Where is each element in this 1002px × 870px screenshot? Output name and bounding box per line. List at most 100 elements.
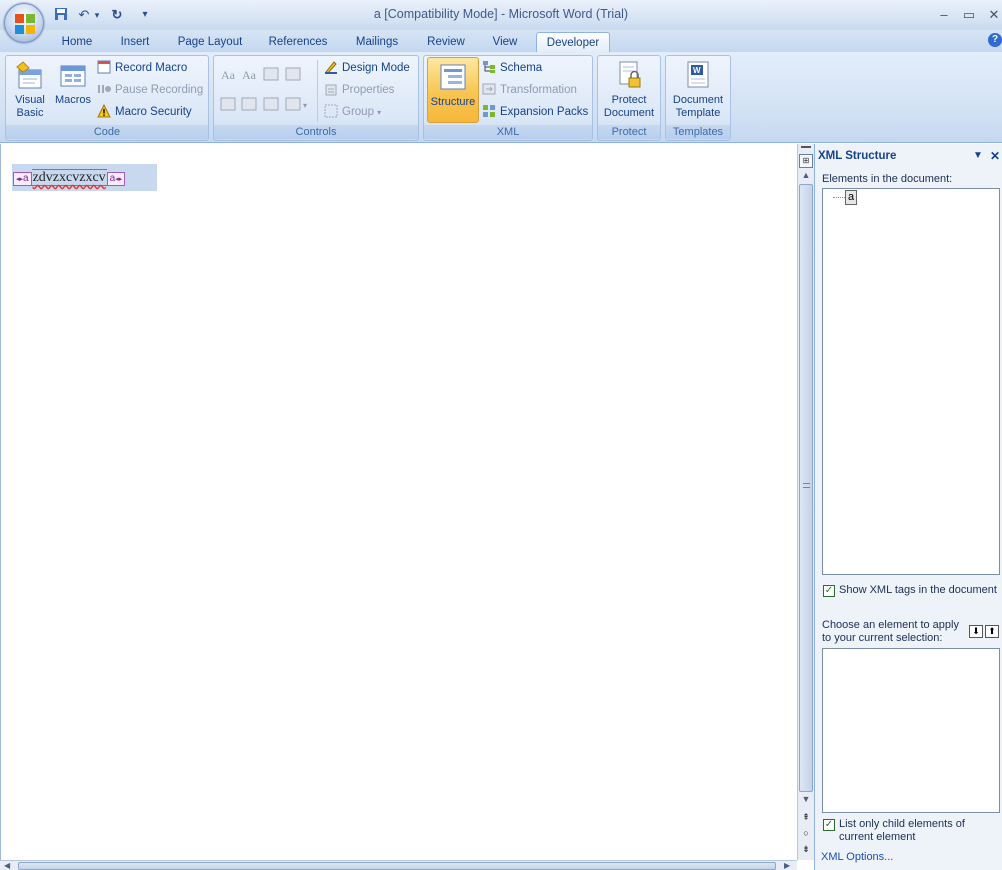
window-title: a [Compatibility Mode] - Microsoft Word …: [373, 7, 629, 21]
pause-recording-label: Pause Recording: [115, 84, 204, 96]
scroll-down-icon[interactable]: ▼: [799, 792, 813, 806]
visual-basic-button[interactable]: Visual Basic: [8, 60, 52, 120]
tab-insert[interactable]: Insert: [110, 32, 160, 52]
code-group-label: Code: [6, 125, 208, 139]
group-label: Group: [342, 106, 374, 118]
elements-label: Elements in the document:: [822, 173, 953, 185]
record-macro-label: Record Macro: [115, 62, 188, 74]
transformation-button[interactable]: Transformation: [482, 80, 577, 100]
group-dropdown-icon: ▾: [377, 108, 382, 117]
tab-references[interactable]: References: [260, 32, 336, 52]
choose-element-label-1: Choose an element to apply: [822, 619, 959, 631]
list-child-only-checkbox[interactable]: ✓: [823, 819, 835, 831]
schema-icon: [483, 61, 495, 73]
protect-document-label-1: Protect: [611, 94, 647, 106]
properties-icon: [325, 84, 337, 96]
templates-group-label: Templates: [666, 125, 730, 139]
minimize-button[interactable]: –: [932, 6, 956, 24]
office-logo-icon: [15, 14, 35, 34]
select-browse-object-icon[interactable]: ○: [799, 826, 813, 840]
group-icon: [324, 104, 338, 118]
tab-mailings[interactable]: Mailings: [346, 32, 408, 52]
document-template-label-2: Template: [675, 107, 721, 119]
elements-tree[interactable]: a: [822, 188, 1000, 575]
structure-icon: [440, 64, 466, 90]
vertical-scrollbar[interactable]: ⊞ ▲ ▼ ⇞ ○ ⇟: [797, 144, 814, 860]
next-page-icon[interactable]: ⇟: [799, 842, 813, 856]
protect-document-label-2: Document: [603, 107, 655, 119]
group-button[interactable]: Group ▾: [324, 102, 381, 122]
pane-menu-dropdown-icon[interactable]: ▼: [973, 150, 983, 161]
restore-button[interactable]: ▭: [957, 6, 981, 24]
expansion-packs-icon: [483, 105, 495, 117]
horizontal-scroll-thumb[interactable]: [18, 862, 776, 870]
scroll-up-icon[interactable]: ▲: [799, 168, 813, 182]
horizontal-scrollbar[interactable]: ◀ ▶: [0, 860, 797, 870]
schema-button[interactable]: Schema: [482, 58, 542, 78]
close-button[interactable]: ✕: [982, 6, 1002, 24]
macros-label: Macros: [54, 94, 92, 106]
controls-divider: [317, 60, 318, 122]
list-child-label-2: current element: [839, 831, 916, 843]
tab-page-layout[interactable]: Page Layout: [170, 32, 250, 52]
protect-document-button[interactable]: Protect Document: [599, 60, 659, 120]
record-macro-button[interactable]: Record Macro: [97, 58, 187, 78]
svg-text:▾: ▾: [303, 101, 307, 110]
pause-recording-button[interactable]: Pause Recording: [97, 80, 203, 100]
document-template-button[interactable]: W Document Template: [667, 60, 729, 120]
schema-label: Schema: [500, 62, 543, 74]
pause-recording-icon: [98, 85, 111, 93]
document-template-label-1: Document: [672, 94, 724, 106]
vertical-scroll-thumb[interactable]: [799, 184, 813, 792]
macro-security-label: Macro Security: [115, 106, 192, 118]
tab-developer[interactable]: Developer: [536, 32, 610, 52]
record-macro-icon: [97, 60, 111, 74]
protect-group-label: Protect: [598, 125, 660, 139]
xml-group-label: XML: [424, 125, 592, 139]
tab-review[interactable]: Review: [418, 32, 474, 52]
xml-element-selection[interactable]: ◂▸a zdvzxcvzxcv a◂▸: [12, 164, 157, 191]
xml-structure-pane: XML Structure ▼ ✕ Elements in the docume…: [814, 144, 1002, 870]
macro-security-button[interactable]: Macro Security: [97, 102, 192, 122]
xml-start-tag[interactable]: ◂▸a: [13, 172, 32, 186]
expansion-packs-label: Expansion Packs: [500, 106, 589, 118]
help-icon[interactable]: ?: [988, 33, 1002, 47]
tree-connector: [833, 197, 845, 198]
tree-item[interactable]: a: [845, 190, 858, 205]
tag-right-arrow-icon: ◂▸: [115, 176, 123, 183]
properties-button[interactable]: Properties: [324, 80, 394, 100]
scroll-right-icon[interactable]: ▶: [784, 861, 790, 870]
design-mode-label: Design Mode: [342, 62, 410, 74]
structure-label: Structure: [430, 96, 476, 108]
transformation-icon: [482, 83, 496, 95]
pane-close-icon[interactable]: ✕: [990, 149, 1000, 163]
xml-options-link[interactable]: XML Options...: [821, 851, 893, 863]
svg-text:Aa: Aa: [221, 68, 236, 82]
ruler-toggle-icon[interactable]: ⊞: [799, 154, 813, 168]
properties-label: Properties: [342, 84, 395, 96]
move-down-icon[interactable]: ⬇: [969, 625, 983, 638]
expansion-packs-button[interactable]: Expansion Packs: [482, 102, 588, 122]
move-up-icon[interactable]: ⬆: [985, 625, 999, 638]
tab-home[interactable]: Home: [54, 32, 100, 52]
xml-end-tag[interactable]: a◂▸: [106, 172, 126, 186]
tag-left-arrow-icon: ◂▸: [16, 176, 24, 183]
warning-icon: [97, 104, 111, 118]
document-text[interactable]: zdvzxcvzxcv: [31, 169, 107, 186]
previous-page-icon[interactable]: ⇞: [799, 810, 813, 824]
document-canvas[interactable]: ◂▸a zdvzxcvzxcv a◂▸: [0, 144, 797, 860]
design-mode-button[interactable]: Design Mode: [324, 58, 410, 78]
content-controls-icons: Aa Aa ▾: [220, 67, 307, 111]
office-button[interactable]: [4, 3, 44, 43]
document-template-icon: W: [687, 61, 709, 88]
design-mode-icon: [325, 61, 337, 74]
show-tags-checkbox[interactable]: ✓: [823, 585, 835, 597]
macros-button[interactable]: Macros: [52, 60, 94, 107]
visual-basic-label-1: Visual: [15, 94, 45, 106]
visual-basic-icon: [16, 61, 42, 89]
structure-button[interactable]: Structure: [427, 57, 479, 123]
start-tag-name: a: [23, 173, 29, 184]
tab-view[interactable]: View: [484, 32, 526, 52]
choose-element-list[interactable]: [822, 648, 1000, 813]
scroll-left-icon[interactable]: ◀: [4, 861, 10, 870]
